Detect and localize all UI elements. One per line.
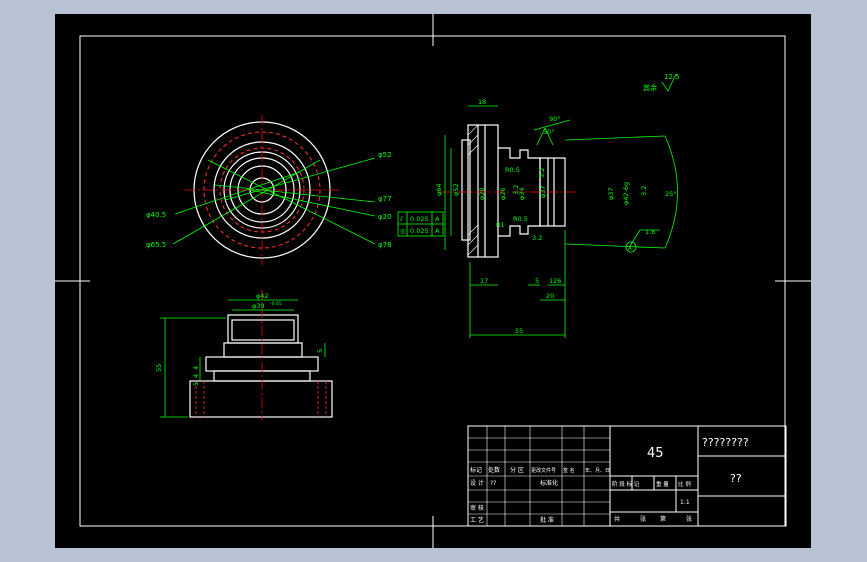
tb-sign: 签 名 (563, 467, 575, 474)
inner-frame (79, 35, 786, 527)
tb-mark: 标记 (470, 466, 482, 474)
dim-d37: φ37 (539, 185, 547, 198)
tb-page: 第 (660, 515, 666, 523)
label-d78: φ78 (378, 241, 392, 249)
drawing-svg: φ52 φ77 φ20 φ78 φ40.5 φ65.5 其余 12.5 18 9… (55, 14, 811, 548)
tol-datum-2: A (435, 227, 440, 235)
section-view: 其余 12.5 18 90° 30° φ64 φ52 φ20 φ26 φ34 φ… (397, 73, 680, 338)
tb-review: 审 核 (470, 504, 484, 512)
tb-standard: 标准化 (540, 479, 558, 487)
dim-90deg: 90° (549, 115, 561, 123)
label-d65-5: φ65.5 (146, 241, 166, 249)
dim-d26: φ26 (499, 187, 507, 200)
label-d40-5: φ40.5 (146, 211, 166, 219)
tb-scale: 比 例 (678, 480, 691, 488)
side-dim-5: 5 (316, 349, 324, 353)
tol-value-2: 0.025 (410, 227, 429, 235)
tb-date: 年、月、日 (585, 467, 610, 474)
tb-company: ?? (730, 472, 742, 485)
dim-126: 126 (549, 277, 561, 285)
side-dim-55: 55 (155, 364, 163, 372)
cad-viewport[interactable]: φ52 φ77 φ20 φ78 φ40.5 φ65.5 其余 12.5 18 9… (0, 0, 867, 562)
dim-d20: φ20 (478, 187, 486, 200)
tb-drawing-name: ???????? (702, 436, 749, 449)
front-view: φ52 φ77 φ20 φ78 φ40.5 φ65.5 (146, 115, 392, 265)
tb-page2: 张 (686, 515, 692, 523)
dim-20: 20 (546, 292, 554, 300)
rough-32a: 3.2 (532, 234, 542, 242)
label-d77: φ77 (378, 195, 392, 203)
dim-d64: φ64 (435, 183, 443, 196)
roughness-value: 12.5 (664, 73, 680, 81)
dim-r05b: R0.5 (513, 215, 528, 223)
tb-sheets: 张 (640, 515, 646, 523)
side-dim-4: 4 (192, 366, 200, 370)
dim-17: 17 (480, 277, 488, 285)
rough-32b: 3.2 (640, 186, 648, 196)
label-d20: φ20 (378, 213, 392, 221)
dim-d52: φ52 (452, 183, 460, 196)
tb-design-name: ?? (490, 480, 496, 487)
side-dim-5b: 5 (192, 382, 200, 386)
rough-32c: 3.2 (512, 185, 520, 195)
tb-weight: 重 量 (656, 480, 669, 488)
side-dim-4b: 4 (192, 374, 200, 378)
side-dim-d42: φ42 (256, 292, 269, 300)
tol-value-1: 0.025 (410, 215, 429, 223)
dim-25deg: 25° (665, 190, 677, 198)
dim-30deg: 30° (543, 128, 555, 136)
tb-count: 处数 (488, 466, 500, 474)
tol-symbol-1: ⫽ (399, 215, 403, 223)
tb-process: 工 艺 (470, 516, 484, 524)
dim-d42: φ42-6g (622, 182, 630, 205)
tol-symbol-2: ◎ (400, 227, 406, 235)
side-view: φ42 φ39 -0.05 55 5 4 4 5 (155, 290, 333, 420)
tb-approve: 批 准 (540, 516, 554, 524)
tb-change-doc: 更改文件号 (531, 467, 556, 474)
tb-design: 设 计 (470, 479, 484, 487)
rough-32d: 3.2 (538, 168, 546, 178)
tb-total: 共 (614, 515, 620, 523)
rough-16: 1.6 (645, 228, 655, 236)
datum-a: A (628, 246, 632, 252)
dim-r1: R1 (496, 221, 505, 229)
side-dim-d39: φ39 (252, 302, 265, 310)
roughness-note: 其余 (643, 83, 657, 92)
tb-material: 45 (647, 446, 664, 461)
dim-r05a: R0.5 (505, 166, 520, 174)
tb-zone: 分 区 (510, 466, 524, 474)
title-block: 标记 处数 分 区 更改文件号 签 名 年、月、日 设 计 ?? 标准化 审 核… (467, 425, 787, 527)
label-d52: φ52 (378, 151, 392, 159)
tb-scale-value: 1:1 (680, 499, 690, 506)
dim-55: 55 (515, 327, 523, 335)
dim-18: 18 (478, 98, 486, 106)
dim-5a: 5 (535, 277, 539, 285)
tol-datum-1: A (435, 215, 440, 223)
dim-d37b: φ37 (607, 187, 615, 200)
side-dim-d39-tol: -0.05 (270, 301, 282, 307)
tb-stage: 阶 段 标 记 (612, 480, 640, 488)
